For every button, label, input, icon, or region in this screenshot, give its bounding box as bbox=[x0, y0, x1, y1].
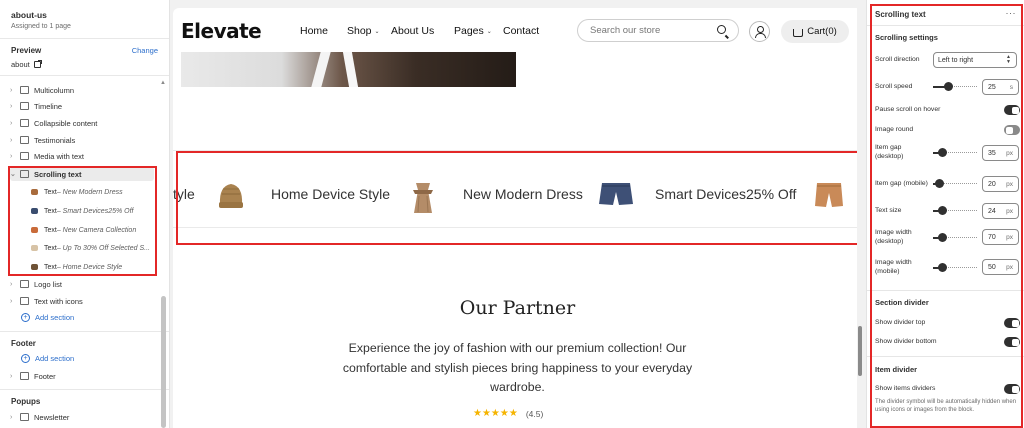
nav-about-us[interactable]: About Us bbox=[391, 25, 434, 37]
external-link-icon bbox=[33, 60, 42, 68]
chevron-right-icon: › bbox=[10, 372, 13, 380]
footer-add-section-button[interactable]: + Add section bbox=[21, 354, 74, 363]
hero-image bbox=[181, 52, 516, 87]
add-section-label: Add section bbox=[35, 313, 75, 322]
divider bbox=[0, 331, 169, 332]
sidebar-item-newsletter[interactable]: › Newsletter bbox=[0, 409, 160, 425]
add-section-label: Add section bbox=[35, 354, 75, 363]
star-rating-icon: ★★★★★ bbox=[473, 408, 518, 419]
sidebar-item-label: Text with icons bbox=[34, 296, 83, 306]
chevron-right-icon: › bbox=[10, 297, 13, 305]
sidebar-scrollbar[interactable]: ▲ bbox=[160, 80, 166, 428]
divider bbox=[0, 75, 169, 76]
sidebar-item-label: Newsletter bbox=[34, 412, 70, 422]
chair-leg-shape bbox=[342, 52, 359, 87]
sidebar-item-logo-list[interactable]: › Logo list bbox=[0, 276, 160, 292]
cart-icon bbox=[793, 28, 804, 37]
theme-editor: about-us Assigned to 1 page Preview Chan… bbox=[0, 0, 1024, 428]
collapsible-icon bbox=[20, 119, 29, 127]
plus-icon: + bbox=[21, 354, 30, 363]
chevron-down-icon: ⌄ bbox=[486, 28, 492, 35]
sidebar-item-label: Media with text bbox=[34, 151, 85, 161]
nav-pages[interactable]: Pages ⌄ bbox=[454, 25, 492, 37]
sidebar-item-footer[interactable]: › Footer bbox=[0, 368, 160, 384]
sidebar-item-label: Testimonials bbox=[34, 135, 76, 145]
store-search-input[interactable]: Search our store bbox=[577, 19, 739, 42]
newsletter-icon bbox=[20, 413, 29, 421]
divider bbox=[0, 389, 169, 390]
chevron-right-icon: › bbox=[10, 136, 13, 144]
nav-contact[interactable]: Contact bbox=[503, 25, 539, 37]
add-section-button[interactable]: + Add section bbox=[21, 313, 74, 322]
media-icon bbox=[20, 152, 29, 160]
account-icon[interactable] bbox=[749, 21, 770, 42]
scrollbar-thumb[interactable] bbox=[858, 326, 862, 376]
logo-list-icon bbox=[20, 280, 29, 288]
chevron-right-icon: › bbox=[10, 86, 13, 94]
chevron-down-icon: ⌄ bbox=[374, 28, 380, 35]
text-icons-icon bbox=[20, 297, 29, 305]
footer-icon bbox=[20, 372, 29, 380]
footer-group-title: Footer bbox=[11, 339, 36, 348]
sidebar-item-label: Collapsible content bbox=[34, 118, 98, 128]
nav-label: Pages bbox=[454, 25, 484, 37]
preview-page-link[interactable]: about bbox=[11, 60, 42, 69]
preview-label: Preview bbox=[11, 46, 42, 55]
nav-home[interactable]: Home bbox=[300, 25, 328, 37]
popups-group-title: Popups bbox=[11, 397, 41, 406]
preview-page-name: about bbox=[11, 60, 30, 69]
section-sidebar: about-us Assigned to 1 page Preview Chan… bbox=[0, 0, 170, 428]
change-preview-link[interactable]: Change bbox=[132, 46, 158, 55]
scrolling-text-highlight-box bbox=[8, 166, 157, 276]
chevron-right-icon: › bbox=[10, 102, 13, 110]
scrolling-text-highlight-box bbox=[176, 151, 859, 245]
sidebar-item-media-with-text[interactable]: › Media with text bbox=[0, 148, 160, 164]
timeline-icon bbox=[20, 102, 29, 110]
scrollbar-thumb[interactable] bbox=[161, 296, 166, 428]
scroll-up-arrow-icon[interactable]: ▲ bbox=[160, 80, 166, 86]
chevron-right-icon: › bbox=[10, 152, 13, 160]
testimonials-icon bbox=[20, 136, 29, 144]
preview-scrollbar[interactable] bbox=[857, 8, 863, 428]
rating-value: (4.5) bbox=[525, 408, 544, 419]
sidebar-item-timeline[interactable]: › Timeline bbox=[0, 98, 160, 114]
sidebar-item-multicolumn[interactable]: › Multicolumn bbox=[0, 82, 160, 98]
multicolumn-icon bbox=[20, 86, 29, 94]
chevron-right-icon: › bbox=[10, 119, 13, 127]
cart-button[interactable]: Cart(0) bbox=[781, 20, 849, 43]
sidebar-item-label: Multicolumn bbox=[34, 85, 75, 95]
sidebar-item-label: Timeline bbox=[34, 101, 63, 111]
plus-icon: + bbox=[21, 313, 30, 322]
settings-highlight-box bbox=[870, 4, 1023, 428]
sidebar-item-text-with-icons[interactable]: › Text with icons bbox=[0, 293, 160, 309]
sidebar-item-label: Logo list bbox=[34, 279, 62, 289]
divider bbox=[0, 38, 169, 39]
search-placeholder: Search our store bbox=[590, 25, 661, 36]
partner-rating: ★★★★★ (4.5) bbox=[473, 408, 543, 419]
template-subtitle: Assigned to 1 page bbox=[11, 23, 71, 30]
partner-heading: Our Partner bbox=[459, 297, 576, 319]
search-icon[interactable] bbox=[717, 25, 726, 34]
partner-description: Experience the joy of fashion with our p… bbox=[342, 341, 693, 394]
chevron-right-icon: › bbox=[10, 413, 13, 421]
sidebar-item-testimonials[interactable]: › Testimonials bbox=[0, 132, 160, 148]
nav-label: Contact bbox=[503, 25, 540, 37]
chevron-right-icon: › bbox=[10, 280, 13, 288]
nav-label: Shop bbox=[347, 25, 372, 37]
sidebar-item-label: Footer bbox=[34, 371, 56, 381]
store-logo[interactable]: Elevate bbox=[181, 19, 262, 43]
cart-label: Cart(0) bbox=[807, 26, 837, 37]
nav-label: About Us bbox=[391, 25, 435, 37]
nav-shop[interactable]: Shop ⌄ bbox=[347, 25, 380, 37]
template-title: about-us bbox=[11, 10, 47, 20]
sidebar-item-collapsible-content[interactable]: › Collapsible content bbox=[0, 115, 160, 131]
nav-label: Home bbox=[300, 25, 329, 37]
chair-leg-shape bbox=[311, 52, 331, 87]
